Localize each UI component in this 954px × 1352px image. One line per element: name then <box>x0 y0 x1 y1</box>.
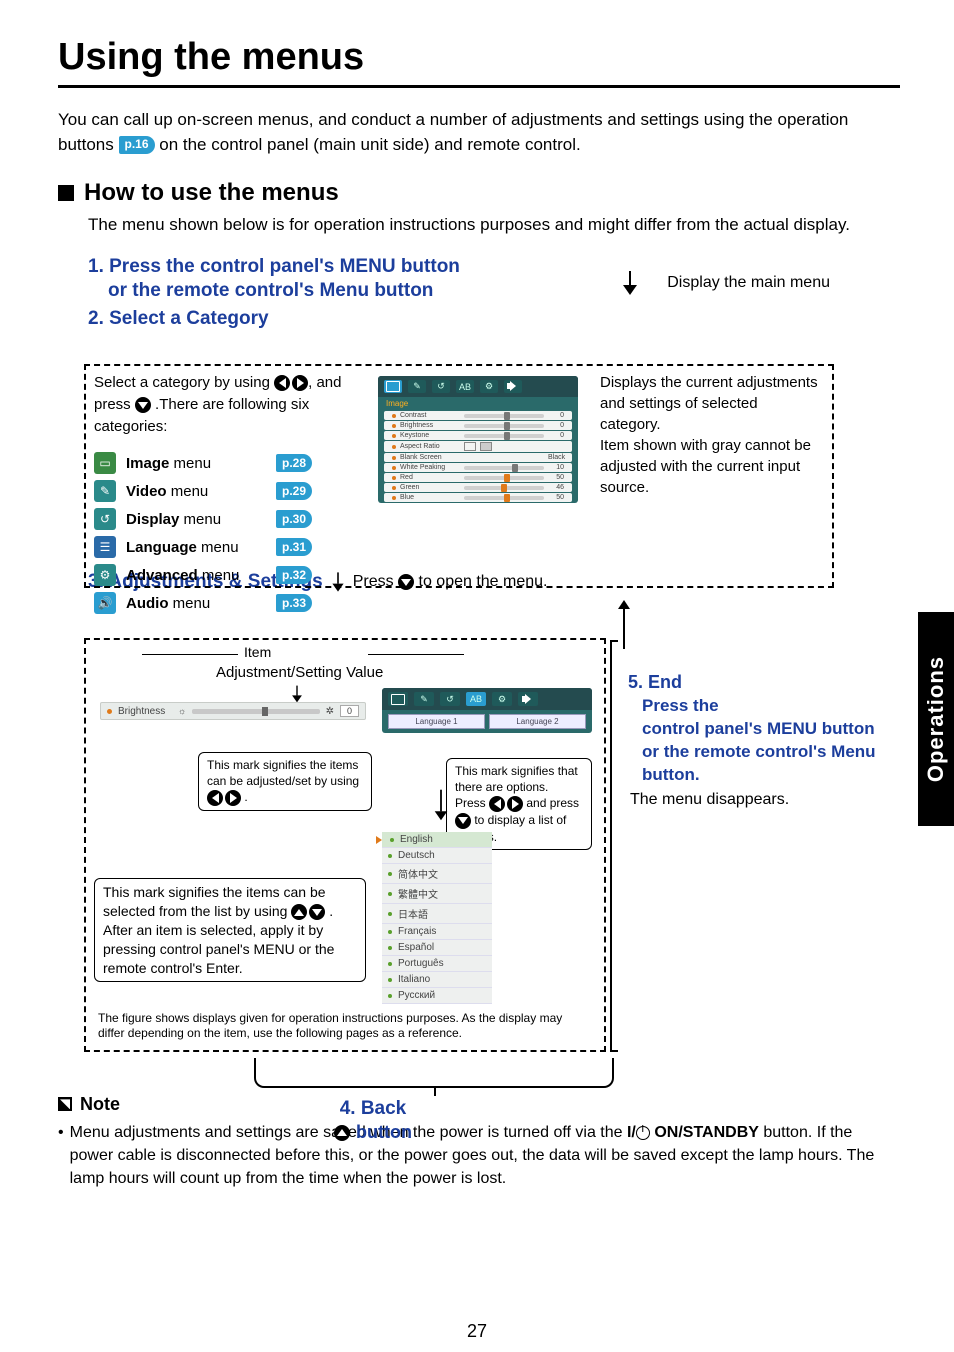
advanced-menu-icon: ⚙ <box>94 564 116 586</box>
language-option: Русский <box>382 988 492 1004</box>
osd-tab-image-icon <box>388 692 408 706</box>
power-icon <box>636 1126 650 1140</box>
language-option: English <box>382 832 492 848</box>
page-ref[interactable]: p.29 <box>276 482 312 500</box>
step-2-heading: 2. Select a Category <box>88 308 900 330</box>
page-ref[interactable]: p.32 <box>276 566 312 584</box>
osd-row: White Peaking10 <box>384 463 572 472</box>
language-option: 日本語 <box>382 904 492 924</box>
menu-item-advanced: ⚙ Advanced menu p.32 <box>94 564 312 586</box>
step-5-desc: The menu disappears. <box>630 791 888 809</box>
image-menu-icon: ▭ <box>94 452 116 474</box>
section-bullet-icon <box>58 185 74 201</box>
language-option: Italiano <box>382 972 492 988</box>
osd-row: Aspect Ratio <box>384 441 572 452</box>
page-title: Using the menus <box>58 36 900 79</box>
language-option: Português <box>382 956 492 972</box>
menu-item-display: ↺ Display menu p.30 <box>94 508 312 530</box>
section-heading-howto: How to use the menus <box>84 179 339 207</box>
osd-tab-display-icon: ↺ <box>432 380 450 393</box>
title-rule <box>58 85 900 88</box>
osd-row: Blank ScreenBlack <box>384 453 572 462</box>
osd-tab-display-icon: ↺ <box>440 692 460 706</box>
display-main-label: Display the main menu <box>667 274 830 292</box>
brightness-label: Brightness <box>118 706 172 717</box>
osd-tab-language-icon: AB <box>466 692 486 706</box>
howto-subtext: The menu shown below is for operation in… <box>88 213 900 238</box>
brightness-value: 0 <box>340 705 359 717</box>
step-4-button-line: button <box>334 1122 412 1143</box>
language-option: Español <box>382 940 492 956</box>
menu-item-video: ✎ Video menu p.29 <box>94 480 312 502</box>
category-panel: Select a category by using , and press .… <box>84 364 834 588</box>
side-tab-operations: Operations <box>918 612 954 826</box>
step-1-line2: or the remote control's Menu button <box>108 280 623 302</box>
video-menu-icon: ✎ <box>94 480 116 502</box>
osd-tab-language-icon: AB <box>456 380 474 393</box>
osd-tab-image-icon <box>384 380 402 393</box>
up-arrow-icon <box>618 600 630 649</box>
osd-row: Green46 <box>384 483 572 492</box>
language-col-2: Language 2 <box>489 714 586 729</box>
display-menu-icon: ↺ <box>94 508 116 530</box>
osd-row: Brightness0 <box>384 421 572 430</box>
category-right-text: Displays the current adjustments and set… <box>600 372 822 498</box>
language-option: 繁體中文 <box>382 884 492 904</box>
adjustment-panel: Item Adjustment/Setting Value Brightness… <box>84 638 606 1052</box>
language-option: 简体中文 <box>382 864 492 884</box>
figure-note: The figure shows displays given for oper… <box>98 1011 592 1042</box>
bracket-line <box>610 640 612 1052</box>
language-col-1: Language 1 <box>388 714 485 729</box>
osd-tab-audio-icon <box>504 380 522 393</box>
step-4-heading: 4. Back <box>334 1098 412 1120</box>
down-arrow-icon <box>623 271 637 295</box>
note-heading: Note <box>80 1094 120 1115</box>
audio-menu-icon: 🔊 <box>94 592 116 614</box>
osd-preview-image-menu: ✎ ↺ AB ⚙ Image Contrast0Brightness0Keyst… <box>378 376 578 503</box>
osd-tab-audio-icon <box>518 692 538 706</box>
brightness-row-sample: Brightness ☼ ✲ 0 <box>100 702 366 720</box>
osd-tab-video-icon: ✎ <box>414 692 434 706</box>
page-ref[interactable]: p.31 <box>276 538 312 556</box>
bottom-bracket <box>254 1058 614 1088</box>
osd-tab-video-icon: ✎ <box>408 380 426 393</box>
note-bullet-icon <box>58 1097 72 1111</box>
step-5-heading: 5. End <box>628 672 888 693</box>
language-list: English Deutsch 简体中文 繁體中文 日本語 Français E… <box>382 832 492 1004</box>
down-arrow-icon <box>332 572 343 591</box>
down-arrow-icon <box>292 686 302 703</box>
down-arrow-icon <box>435 790 448 821</box>
osd-title: Image <box>378 397 578 410</box>
page-ref[interactable]: p.28 <box>276 454 312 472</box>
page-ref[interactable]: p.33 <box>276 594 312 612</box>
adjustment-label: Adjustment/Setting Value <box>216 664 383 681</box>
note-bullet: • Menu adjustments and settings are save… <box>58 1121 900 1191</box>
item-label: Item <box>244 644 271 660</box>
select-cat-text-a: Select a category by using <box>94 374 274 391</box>
osd-preview-language-menu: ✎ ↺ AB ⚙ Language 1 Language 2 <box>382 688 592 733</box>
down-button-icon <box>135 397 151 413</box>
page-ref-16[interactable]: p.16 <box>119 136 155 154</box>
osd-row: Blue50 <box>384 493 572 502</box>
osd-tab-advanced-icon: ⚙ <box>492 692 512 706</box>
left-right-buttons-icon <box>274 375 308 391</box>
callout-list-select: This mark signifies the items can be sel… <box>94 878 366 982</box>
up-button-icon <box>334 1125 350 1141</box>
osd-row: Keystone0 <box>384 431 572 440</box>
osd-tab-advanced-icon: ⚙ <box>480 380 498 393</box>
language-option: Français <box>382 924 492 940</box>
language-menu-icon: ☰ <box>94 536 116 558</box>
osd-row: Contrast0 <box>384 411 572 420</box>
menu-item-audio: 🔊 Audio menu p.33 <box>94 592 312 614</box>
menu-item-language: ☰ Language menu p.31 <box>94 536 312 558</box>
step-1-line1: 1. Press the control panel's MENU button <box>88 256 623 278</box>
page-ref[interactable]: p.30 <box>276 510 312 528</box>
language-option: Deutsch <box>382 848 492 864</box>
menu-item-image: ▭ Image menu p.28 <box>94 452 312 474</box>
callout-adjust-mark: This mark signifies the items can be adj… <box>198 752 372 811</box>
osd-row: Red50 <box>384 473 572 482</box>
step-5-body: Press thecontrol panel's MENU button or … <box>642 695 888 787</box>
intro-text: You can call up on-screen menus, and con… <box>58 108 900 157</box>
page-number: 27 <box>0 1321 954 1342</box>
